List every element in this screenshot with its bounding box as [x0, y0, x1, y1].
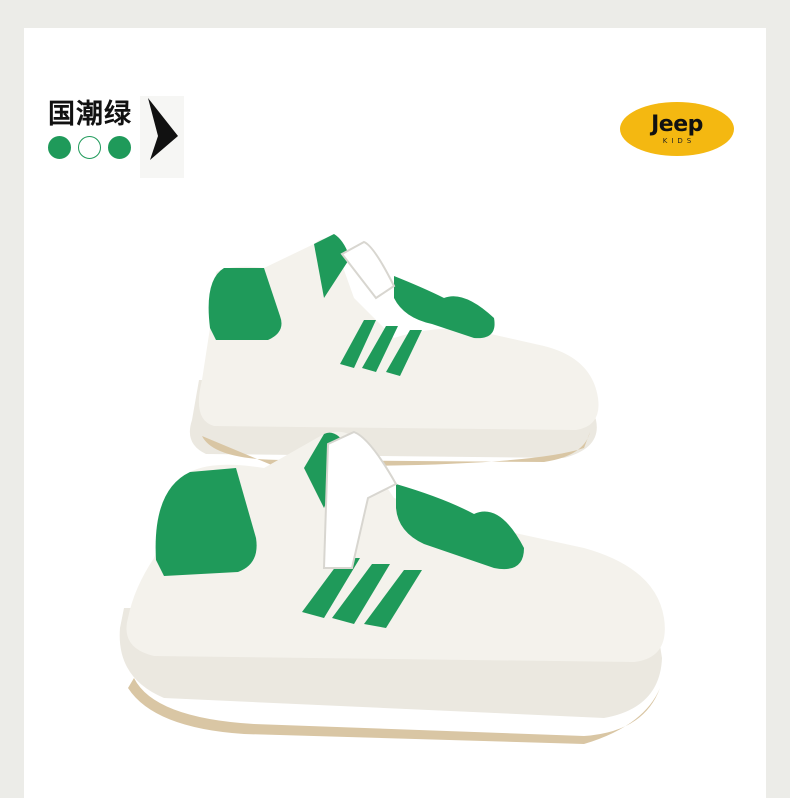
- sneakers-photo: [119, 234, 665, 744]
- back-shoe: [189, 234, 599, 467]
- front-shoe: [119, 430, 665, 744]
